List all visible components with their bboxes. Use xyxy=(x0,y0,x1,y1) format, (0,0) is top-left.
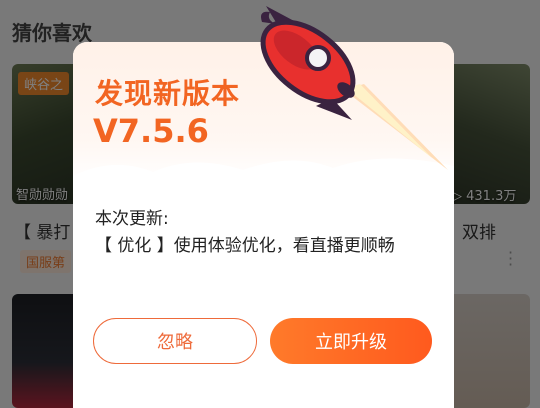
version-number: V7.5.6 xyxy=(93,112,209,150)
ignore-button[interactable]: 忽略 xyxy=(93,318,257,364)
upgrade-button-label: 立即升级 xyxy=(315,332,387,353)
update-notes-body: 【 优化 】使用体验优化，看直播更顺畅 xyxy=(95,236,395,256)
update-notes-label: 本次更新: xyxy=(95,209,169,229)
ignore-button-label: 忽略 xyxy=(157,332,193,353)
upgrade-button[interactable]: 立即升级 xyxy=(270,318,432,364)
rocket-icon xyxy=(260,6,448,170)
dialog-title: 发现新版本 xyxy=(95,77,241,110)
